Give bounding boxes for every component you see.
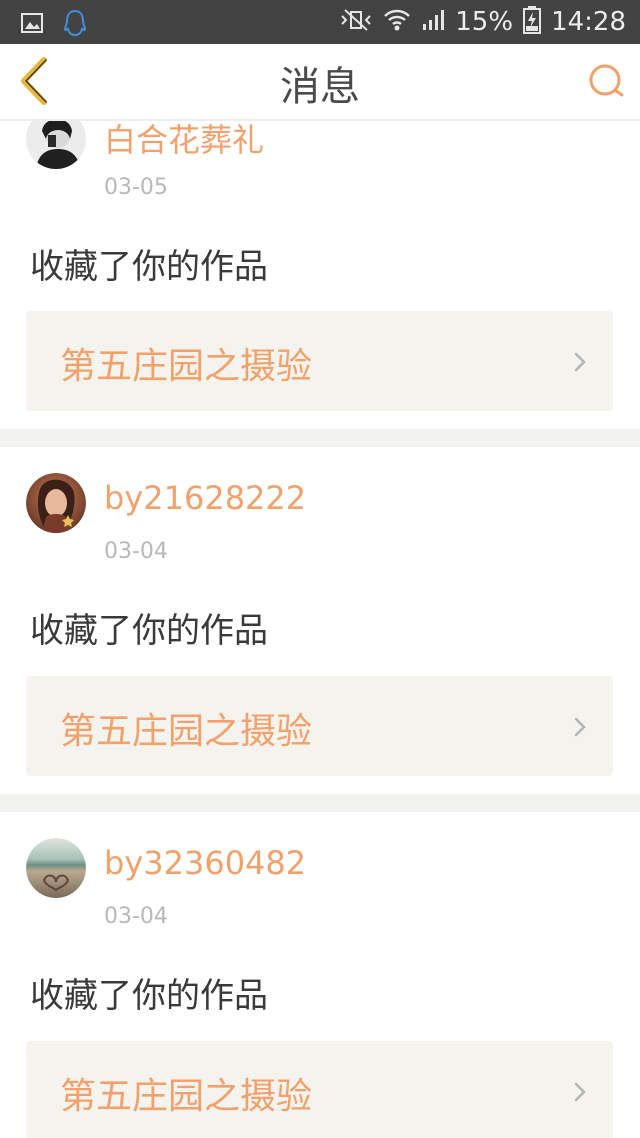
image-notification-icon <box>20 11 44 39</box>
clock: 14:28 <box>551 7 626 37</box>
avatar[interactable] <box>26 838 86 898</box>
username[interactable]: 白合花葬礼 <box>104 121 264 161</box>
work-title: 第五庄园之摄验 <box>60 711 313 752</box>
divider <box>0 429 640 447</box>
app-header: 消息 <box>0 44 640 121</box>
status-bar: 15% 14:28 <box>0 0 640 44</box>
message-action: 收藏了你的作品 <box>30 611 268 651</box>
chevron-right-icon <box>574 1082 586 1102</box>
work-card[interactable]: 第五庄园之摄验 <box>26 1041 613 1138</box>
avatar[interactable] <box>26 473 86 533</box>
wifi-icon <box>383 7 411 37</box>
message-item: 白合花葬礼 03-05 收藏了你的作品 第五庄园之摄验 <box>0 121 640 429</box>
mute-vibrate-icon <box>339 8 373 36</box>
message-item: by32360482 03-04 收藏了你的作品 第五庄园之摄验 <box>0 812 640 1138</box>
avatar-beach-icon <box>26 838 86 898</box>
message-action: 收藏了你的作品 <box>30 247 268 287</box>
page-title: 消息 <box>280 64 360 110</box>
username[interactable]: by21628222 <box>104 479 306 517</box>
message-date: 03-04 <box>104 904 168 929</box>
message-item: by21628222 03-04 收藏了你的作品 第五庄园之摄验 <box>0 447 640 794</box>
work-card[interactable]: 第五庄园之摄验 <box>26 676 613 776</box>
message-date: 03-05 <box>104 175 168 200</box>
work-card[interactable]: 第五庄园之摄验 <box>26 311 613 411</box>
avatar-portrait-girl-icon <box>26 473 86 533</box>
username[interactable]: by32360482 <box>104 844 306 882</box>
work-title: 第五庄园之摄验 <box>60 1076 313 1117</box>
avatar-portrait-icon <box>26 121 86 169</box>
status-bar-notifications <box>20 9 88 41</box>
divider <box>0 794 640 812</box>
qq-icon <box>62 9 88 41</box>
search-button[interactable] <box>586 61 626 101</box>
battery-charging-icon <box>523 6 542 38</box>
avatar[interactable] <box>26 121 86 169</box>
search-icon <box>589 64 624 97</box>
chevron-right-icon <box>574 352 586 372</box>
status-bar-system: 15% 14:28 <box>339 6 626 38</box>
work-title: 第五庄园之摄验 <box>60 346 313 387</box>
message-date: 03-04 <box>104 539 168 564</box>
battery-percent: 15% <box>455 7 514 37</box>
signal-icon <box>421 8 445 36</box>
chevron-right-icon <box>574 717 586 737</box>
message-action: 收藏了你的作品 <box>30 976 268 1016</box>
message-list[interactable]: 白合花葬礼 03-05 收藏了你的作品 第五庄园之摄验 by21628222 0… <box>0 121 640 1138</box>
